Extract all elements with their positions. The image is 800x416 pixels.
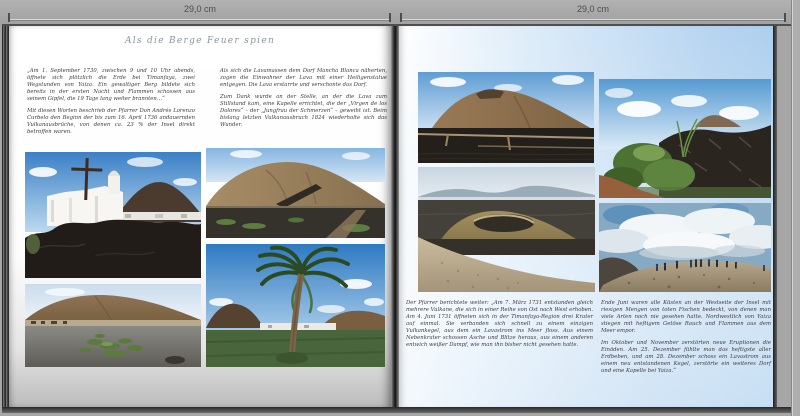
- ruler-tick: [400, 13, 402, 22]
- ruler-bar: 29,0 cm 29,0 cm: [0, 0, 800, 26]
- ruler-measure-line-left: [8, 19, 391, 20]
- workspace-right-band: [791, 0, 800, 416]
- photo-lava-shrubs[interactable]: [599, 79, 771, 198]
- text-frame-left-col2[interactable]: Als sich die Lavamassen dem Dorf Mancha …: [220, 68, 387, 134]
- photo-ash-field-plants[interactable]: [25, 284, 201, 367]
- body-paragraph: Ende Juni waren alle Küsten an der Wests…: [601, 300, 771, 335]
- photo-crater-panorama[interactable]: [418, 167, 595, 292]
- book-bottom-page-block-edge: [2, 407, 791, 413]
- body-paragraph: Mit diesen Worten beschrieb der Pfarrer …: [27, 108, 195, 136]
- ruler-tick: [784, 13, 786, 22]
- ruler-measure-line-right: [400, 19, 786, 20]
- photo-palm-tree-volcanoes[interactable]: [206, 244, 385, 367]
- page-title[interactable]: Als die Berge Feuer spien: [59, 36, 341, 46]
- body-paragraph: „Am 1. September 1730, zwischen 9 und 10…: [27, 68, 195, 103]
- ruler-tick: [389, 13, 391, 22]
- photobook-editor-canvas: 29,0 cm 29,0 cm Als die Berge Feuer spie…: [0, 0, 800, 416]
- text-frame-right-col2[interactable]: Ende Juni waren alle Küsten an der Wests…: [601, 300, 771, 380]
- body-paragraph: Zum Dank wurde an der Stelle, an der die…: [220, 94, 387, 129]
- body-paragraph: Der Pfarrer berichtete weiter: „Am 7. Mä…: [406, 300, 593, 349]
- ruler-label-right-page: 29,0 cm: [576, 4, 610, 14]
- photo-volcano-farm-fields[interactable]: [206, 148, 385, 238]
- book-spine: [391, 26, 399, 407]
- photo-hikers-ridge[interactable]: [599, 203, 771, 292]
- body-paragraph: Als sich die Lavamassen dem Dorf Mancha …: [220, 68, 387, 89]
- body-paragraph: Im Oktober und November zerstörten neue …: [601, 340, 771, 375]
- text-frame-left-col1[interactable]: „Am 1. September 1730, zwischen 9 und 10…: [27, 68, 195, 141]
- ruler-tick: [8, 13, 10, 22]
- book-left-page-block-edge: [2, 26, 9, 407]
- ruler-label-left-page: 29,0 cm: [183, 4, 217, 14]
- book-right-page-block-edge: [773, 26, 777, 407]
- text-frame-right-col1[interactable]: Der Pfarrer berichtete weiter: „Am 7. Mä…: [406, 300, 593, 354]
- photo-church-cross-lava[interactable]: [25, 152, 201, 278]
- photo-volcano-lava-walls[interactable]: [418, 72, 594, 163]
